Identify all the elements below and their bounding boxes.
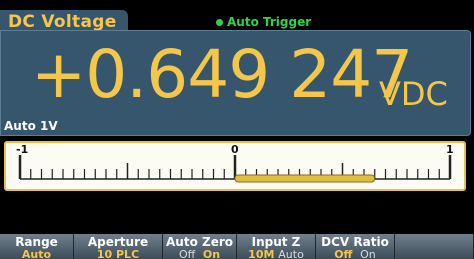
softkey-range-value: Auto [21,248,52,259]
softkey-auto-zero-on: On [202,248,221,259]
function-tab-label: DC Voltage [8,12,117,32]
softkey-input-z-auto: Auto [278,248,304,259]
softkey-auto-zero-off: Off [178,248,196,259]
bargraph-scale: -1 0 1 [16,143,454,183]
range-indicator: Auto 1V [4,119,58,133]
trigger-status-label: Auto Trigger [227,15,312,29]
softkey-auto-zero-title: Auto Zero [166,235,233,249]
measurement-value: +0.649 247 [31,36,413,113]
softkey-auto-zero[interactable]: Auto Zero Off On [163,234,237,259]
measurement-units: VDC [379,75,448,113]
dmm-display: DC Voltage Auto Trigger +0.649 247 VDC A… [0,0,474,259]
softkey-input-z[interactable]: Input Z 10M Auto [237,234,316,259]
bargraph-label-zero: 0 [231,143,239,156]
bargraph-fill [234,174,376,183]
bargraph-label-pos1: 1 [446,143,454,156]
bargraph-label-neg1: -1 [16,143,28,156]
softkey-blank[interactable] [395,234,474,259]
bargraph: -1 0 1 [4,141,466,191]
softkey-bar: Range Auto Aperture 10 PLC Auto Zero Off… [0,234,474,259]
softkey-aperture-value: 10 PLC [96,248,140,259]
softkey-input-z-10m: 10M [248,248,275,259]
softkey-range-title: Range [15,235,58,249]
softkey-dcv-ratio-on: On [360,248,376,259]
softkey-input-z-title: Input Z [251,235,301,249]
softkey-dcv-ratio-title: DCV Ratio [321,235,389,249]
trigger-indicator-icon [216,18,223,26]
softkey-range[interactable]: Range Auto [0,234,74,259]
trigger-status: Auto Trigger [216,14,311,30]
main-reading-panel: +0.649 247 VDC Auto 1V [0,30,471,136]
softkey-aperture[interactable]: Aperture 10 PLC [74,234,163,259]
softkey-dcv-ratio-off: Off [334,248,353,259]
bargraph-area: -1 0 1 [0,136,471,196]
softkey-dcv-ratio[interactable]: DCV Ratio Off On [316,234,395,259]
softkey-aperture-title: Aperture [87,235,149,249]
